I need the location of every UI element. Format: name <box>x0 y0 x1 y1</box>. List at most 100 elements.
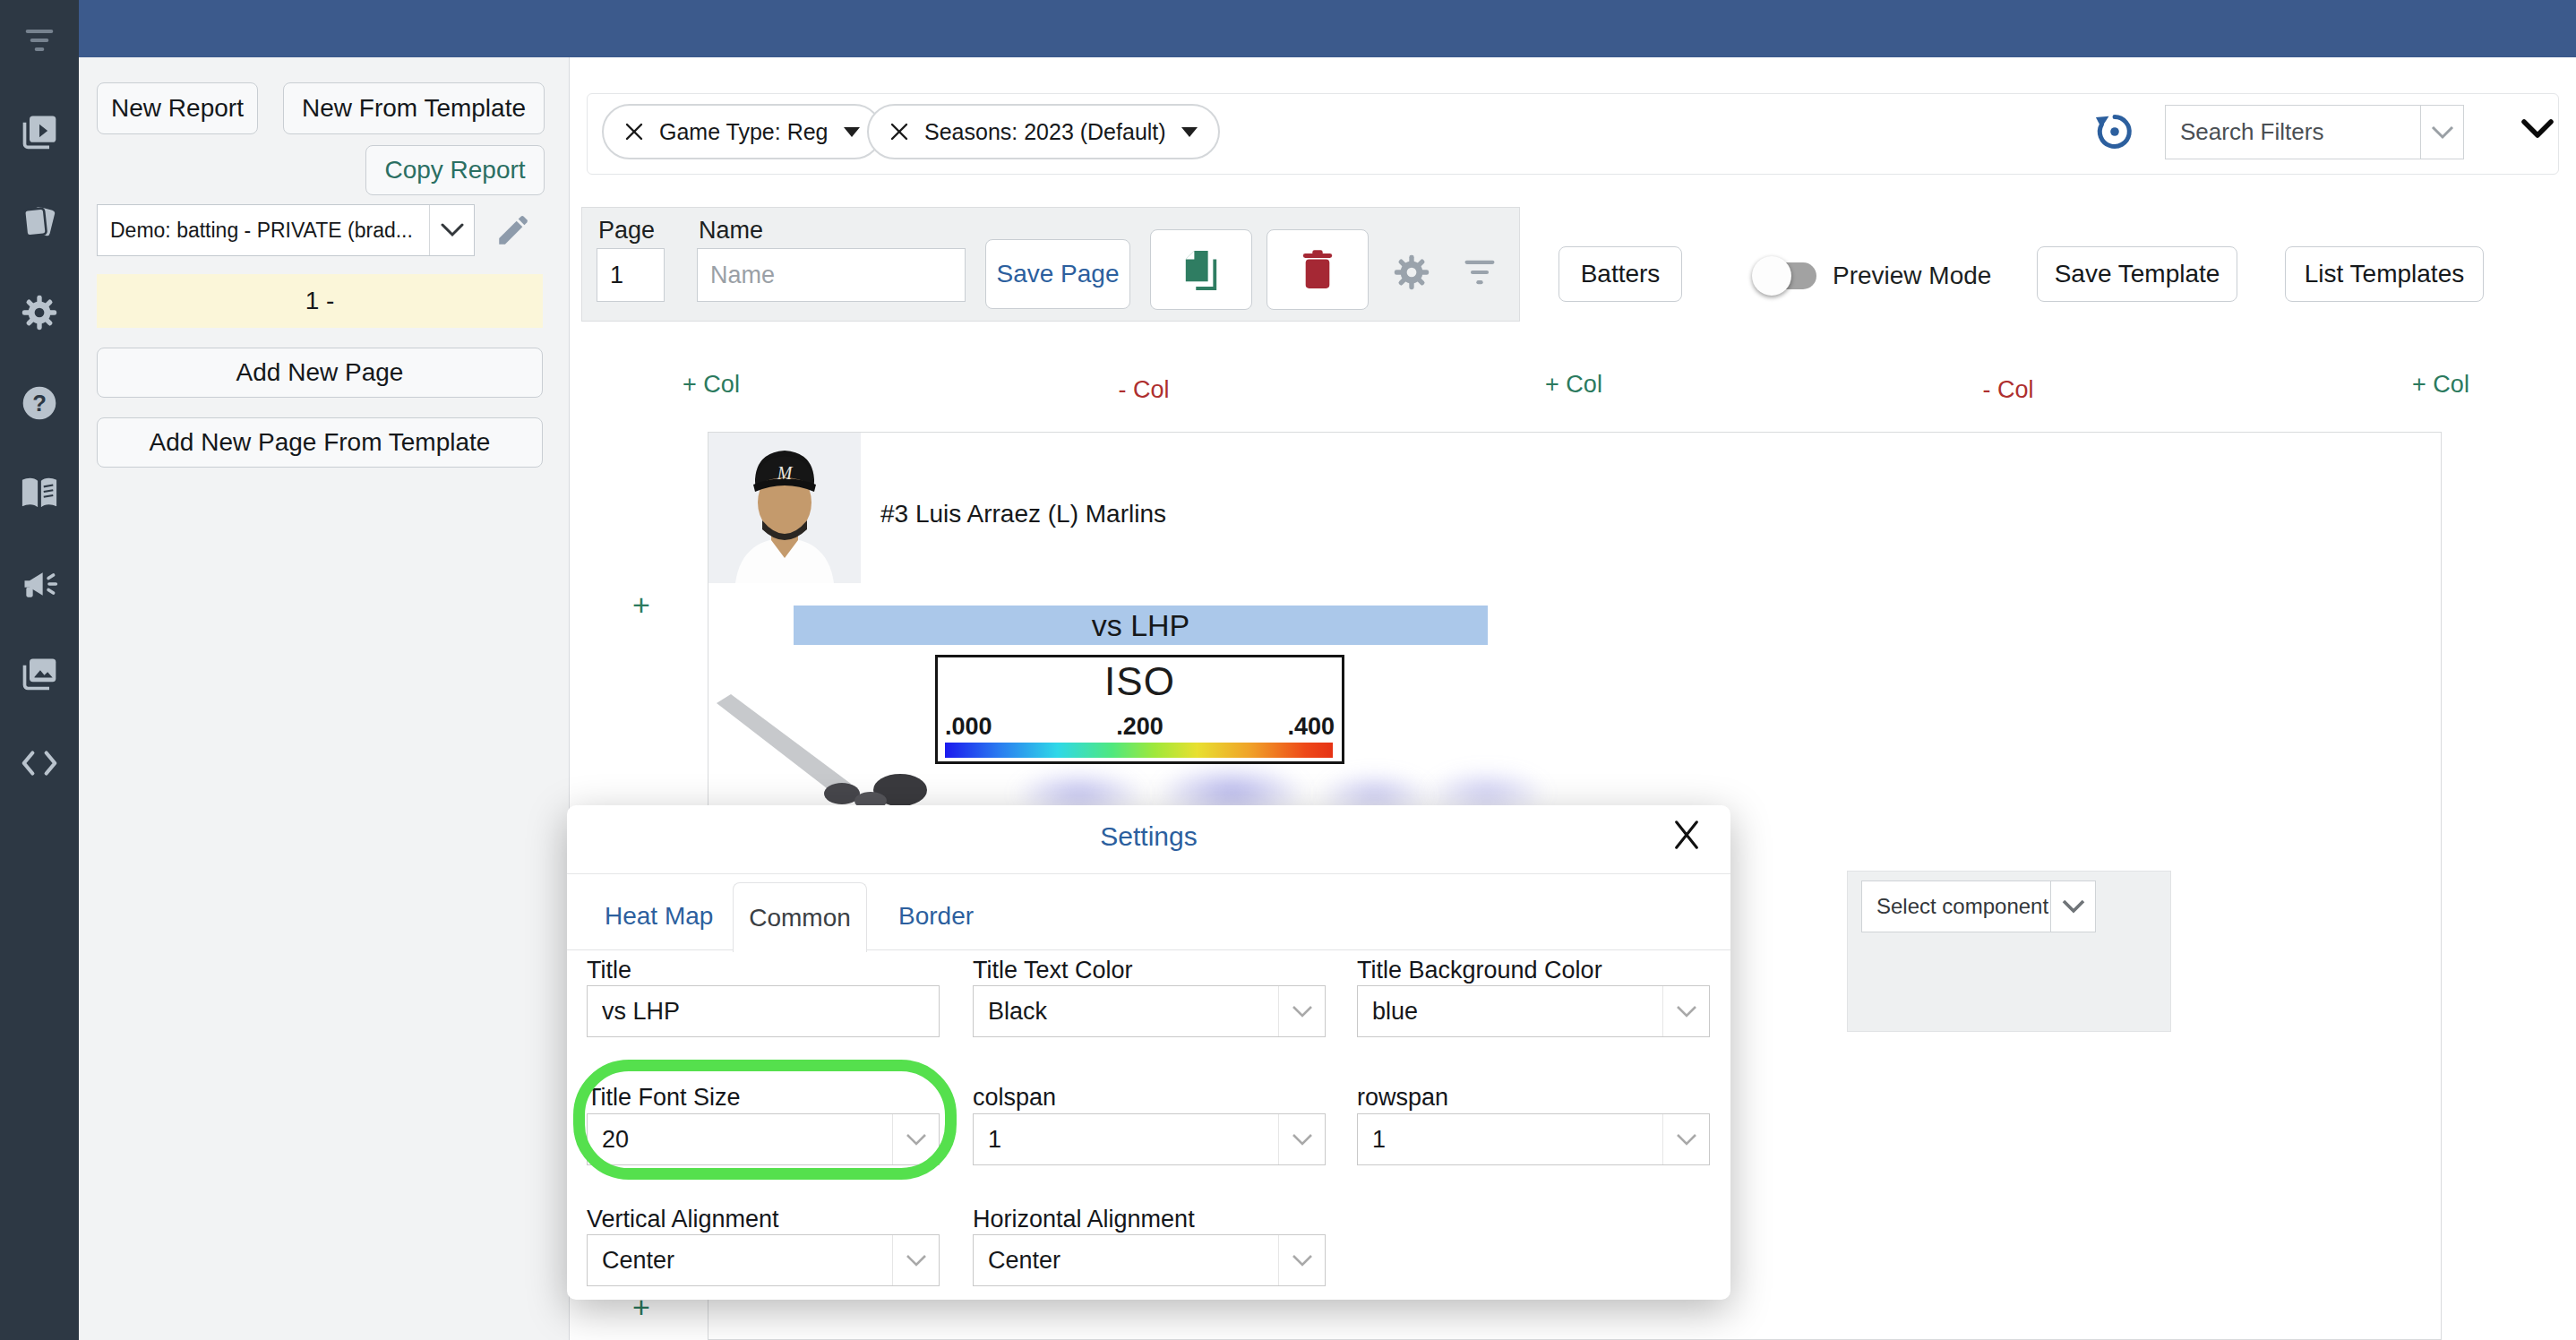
select-chevron-icon <box>1278 1235 1325 1285</box>
legend-max-label: .400 <box>1287 713 1335 741</box>
colspan-value: 1 <box>974 1114 1278 1164</box>
close-icon[interactable] <box>1671 820 1705 854</box>
sidebar-nav: ? <box>0 0 79 1340</box>
add-col-button[interactable]: + Col <box>2387 371 2494 399</box>
code-icon[interactable] <box>0 745 79 781</box>
select-component-placeholder: Select component <box>1862 881 2050 932</box>
add-new-page-from-template-button[interactable]: Add New Page From Template <box>97 417 543 468</box>
filter-chip-game-type[interactable]: Game Type: Reg <box>602 104 882 159</box>
vertical-alignment-select[interactable]: Center <box>587 1234 940 1286</box>
new-report-button[interactable]: New Report <box>97 82 258 134</box>
edit-report-pencil-icon[interactable] <box>494 211 532 253</box>
heatmap-batter-figure <box>708 690 949 809</box>
legend-min-label: .000 <box>945 713 992 741</box>
colspan-select[interactable]: 1 <box>973 1113 1326 1165</box>
copy-report-label: Copy Report <box>384 156 525 185</box>
search-filters-chevron-icon[interactable] <box>2420 106 2463 159</box>
image-library-icon[interactable] <box>0 654 79 693</box>
title-font-size-value: 20 <box>588 1114 892 1164</box>
select-chevron-icon <box>1662 986 1709 1036</box>
report-select[interactable]: Demo: batting - PRIVATE (brad... <box>97 204 475 256</box>
filter-icon[interactable] <box>0 25 79 56</box>
search-filters-select[interactable]: Search Filters <box>2165 105 2464 159</box>
page-label: Page <box>598 217 655 245</box>
vertical-alignment-label: Vertical Alignment <box>587 1206 779 1233</box>
help-icon[interactable]: ? <box>0 383 79 423</box>
new-from-template-label: New From Template <box>302 94 526 123</box>
name-label: Name <box>699 217 763 245</box>
filter-chip-label: Seasons: 2023 (Default) <box>924 119 1166 145</box>
colspan-label: colspan <box>973 1084 1056 1112</box>
modal-divider <box>567 873 1730 874</box>
player-title: #3 Luis Arraez (L) Marlins <box>880 500 1166 528</box>
collapse-filters-chevron-icon[interactable] <box>2520 118 2555 143</box>
page-number-input[interactable] <box>597 248 665 302</box>
report-select-value: Demo: batting - PRIVATE (brad... <box>98 205 429 255</box>
filter-chip-seasons[interactable]: Seasons: 2023 (Default) <box>867 104 1220 159</box>
batters-label: Batters <box>1581 260 1661 288</box>
settings-modal-title: Settings <box>567 821 1730 852</box>
megaphone-icon[interactable] <box>0 564 79 604</box>
chip-dropdown-icon[interactable] <box>1181 126 1198 138</box>
remove-col-button[interactable]: - Col <box>1954 376 2062 404</box>
title-field-label: Title <box>587 957 631 984</box>
remove-filter-icon[interactable] <box>889 121 910 142</box>
horizontal-alignment-label: Horizontal Alignment <box>973 1206 1195 1233</box>
add-col-button[interactable]: + Col <box>1520 371 1627 399</box>
page-filter-icon[interactable] <box>1462 258 1498 290</box>
page-name-input[interactable] <box>697 248 966 302</box>
player-photo: M <box>708 433 861 583</box>
horizontal-alignment-select[interactable]: Center <box>973 1234 1326 1286</box>
select-component-chevron-icon[interactable] <box>2050 881 2095 932</box>
rowspan-select[interactable]: 1 <box>1357 1113 1710 1165</box>
legend-mid-label: .200 <box>1116 713 1163 741</box>
select-chevron-icon <box>1278 1114 1325 1164</box>
save-page-label: Save Page <box>997 260 1120 288</box>
new-from-template-button[interactable]: New From Template <box>283 82 545 134</box>
title-background-color-select[interactable]: blue <box>1357 985 1710 1037</box>
tab-border[interactable]: Border <box>898 902 974 931</box>
filter-chip-label: Game Type: Reg <box>659 119 829 145</box>
book-icon[interactable] <box>0 475 79 512</box>
vertical-alignment-value: Center <box>588 1235 892 1285</box>
select-chevron-icon <box>1662 1114 1709 1164</box>
chip-dropdown-icon[interactable] <box>843 126 861 138</box>
copy-report-button[interactable]: Copy Report <box>365 145 545 195</box>
copy-page-button[interactable] <box>1150 229 1252 310</box>
rowspan-label: rowspan <box>1357 1084 1448 1112</box>
add-new-page-button[interactable]: Add New Page <box>97 348 543 398</box>
title-field-input[interactable] <box>587 985 940 1037</box>
add-row-top-button[interactable]: + <box>632 588 650 623</box>
page-settings-gear-icon[interactable] <box>1391 252 1432 296</box>
tab-common-label: Common <box>749 904 851 932</box>
filter-history-icon[interactable] <box>2094 111 2135 156</box>
title-text-color-select[interactable]: Black <box>973 985 1326 1037</box>
video-library-icon[interactable] <box>0 111 79 150</box>
remove-col-button[interactable]: - Col <box>1090 376 1198 404</box>
save-page-button[interactable]: Save Page <box>985 239 1130 309</box>
batters-button[interactable]: Batters <box>1558 246 1682 302</box>
report-select-chevron-icon[interactable] <box>429 205 474 255</box>
save-template-button[interactable]: Save Template <box>2037 246 2237 302</box>
list-templates-button[interactable]: List Templates <box>2285 246 2484 302</box>
select-chevron-icon <box>1278 986 1325 1036</box>
title-text-color-label: Title Text Color <box>973 957 1133 984</box>
cards-icon[interactable] <box>0 202 79 242</box>
title-background-color-label: Title Background Color <box>1357 957 1602 984</box>
trash-icon <box>1301 249 1335 290</box>
select-component-dropdown[interactable]: Select component <box>1861 880 2096 932</box>
title-font-size-select[interactable]: 20 <box>587 1113 940 1165</box>
tab-common[interactable]: Common <box>733 882 867 952</box>
component-title-bar[interactable]: vs LHP <box>794 606 1488 645</box>
add-col-button[interactable]: + Col <box>657 371 765 399</box>
remove-filter-icon[interactable] <box>623 121 645 142</box>
preview-mode-toggle-knob[interactable] <box>1752 256 1791 296</box>
search-filters-placeholder: Search Filters <box>2166 106 2420 159</box>
gear-icon[interactable] <box>0 292 79 333</box>
page-list-item[interactable]: 1 - <box>97 274 543 328</box>
svg-text:M: M <box>777 463 794 483</box>
tab-heat-map[interactable]: Heat Map <box>605 902 713 931</box>
page-list-item-label: 1 - <box>305 287 335 315</box>
title-background-color-value: blue <box>1358 986 1662 1036</box>
delete-page-button[interactable] <box>1267 229 1369 310</box>
